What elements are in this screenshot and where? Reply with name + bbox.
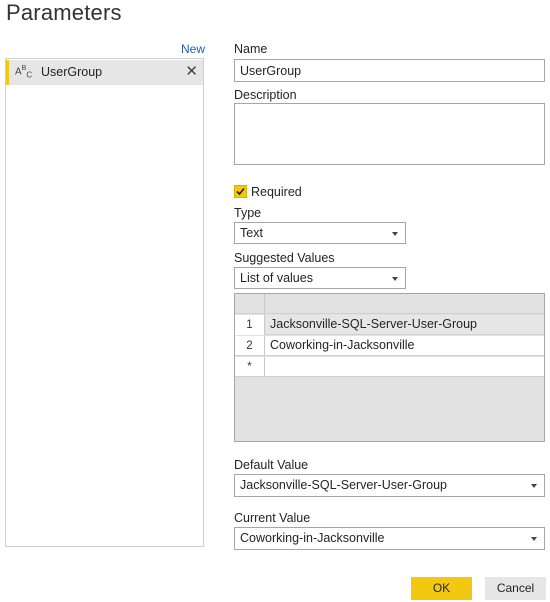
type-value: Text (240, 226, 263, 240)
values-grid: 1 Jacksonville-SQL-Server-User-Group 2 C… (234, 293, 545, 442)
new-parameter-link[interactable]: New (181, 42, 205, 56)
grid-cell (265, 294, 544, 313)
grid-cell[interactable] (265, 357, 544, 376)
type-label: Type (234, 206, 262, 220)
suggested-values-label: Suggested Values (234, 251, 335, 265)
suggested-values-value: List of values (240, 271, 313, 285)
parameter-item-usergroup[interactable]: ABC UserGroup ✕ (6, 60, 203, 85)
name-label: Name (234, 42, 268, 56)
cancel-button[interactable]: Cancel (485, 577, 546, 600)
table-row[interactable]: 2 Coworking-in-Jacksonville (235, 336, 544, 356)
chevron-down-icon (392, 232, 398, 236)
current-value-dropdown[interactable]: Coworking-in-Jacksonville (234, 527, 545, 550)
parameter-item-label: UserGroup (41, 65, 103, 79)
default-value-value: Jacksonville-SQL-Server-User-Group (240, 478, 448, 492)
description-field[interactable] (234, 103, 545, 165)
name-field[interactable] (234, 59, 545, 82)
chevron-down-icon (531, 537, 537, 541)
table-row[interactable]: 1 Jacksonville-SQL-Server-User-Group (235, 315, 544, 335)
description-label: Description (234, 88, 297, 102)
checkmark-icon (236, 187, 245, 196)
default-value-dropdown[interactable]: Jacksonville-SQL-Server-User-Group (234, 474, 545, 497)
selection-accent (6, 60, 9, 85)
required-checkbox[interactable] (234, 185, 247, 198)
table-row-new[interactable]: * (235, 357, 544, 377)
ok-button[interactable]: OK (411, 577, 472, 600)
default-value-label: Default Value (234, 458, 309, 472)
grid-cell[interactable]: Jacksonville-SQL-Server-User-Group (265, 315, 544, 334)
parameter-list: ABC UserGroup ✕ (5, 58, 204, 547)
chevron-down-icon (392, 277, 398, 281)
grid-cell[interactable]: Coworking-in-Jacksonville (265, 336, 544, 355)
type-dropdown[interactable]: Text (234, 222, 406, 244)
text-type-icon: ABC (15, 65, 33, 80)
suggested-values-dropdown[interactable]: List of values (234, 267, 406, 289)
chevron-down-icon (531, 484, 537, 488)
row-number: 2 (235, 336, 265, 356)
current-value-label: Current Value (234, 511, 311, 525)
grid-header-row (235, 294, 544, 314)
dialog-title: Parameters (6, 0, 122, 25)
current-value-value: Coworking-in-Jacksonville (240, 531, 385, 545)
row-number (235, 294, 265, 314)
row-number: 1 (235, 315, 265, 335)
close-icon[interactable]: ✕ (185, 62, 198, 80)
required-label: Required (251, 185, 302, 199)
row-number: * (235, 357, 265, 377)
